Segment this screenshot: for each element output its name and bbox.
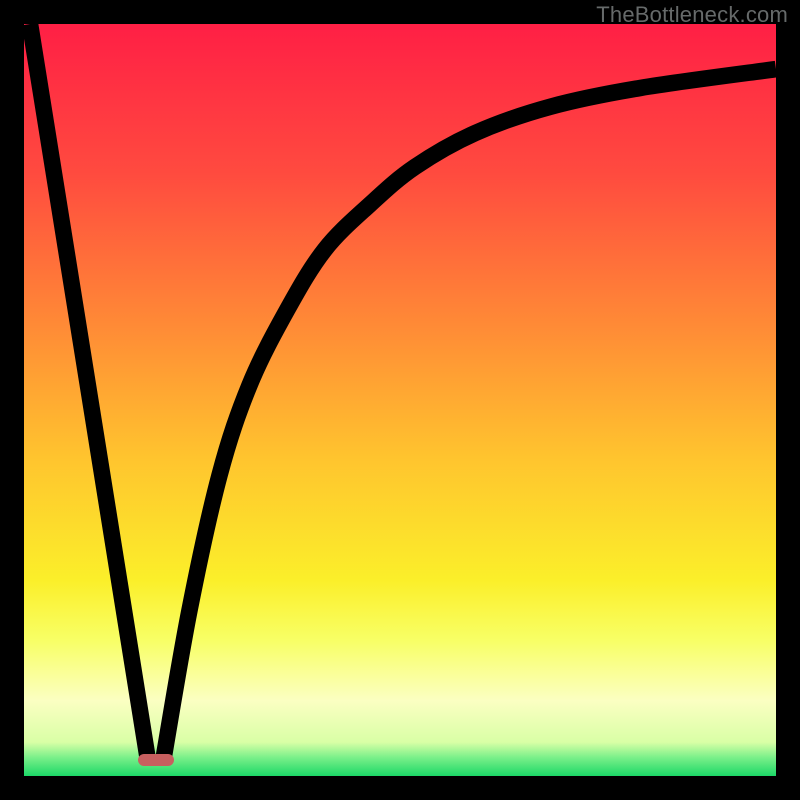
curves-layer [24,24,776,776]
plot-area [24,24,776,776]
chart-frame: TheBottleneck.com [0,0,800,800]
attribution-label: TheBottleneck.com [596,2,788,28]
right-curve [163,69,776,761]
min-marker [138,754,174,766]
left-line [30,24,148,761]
